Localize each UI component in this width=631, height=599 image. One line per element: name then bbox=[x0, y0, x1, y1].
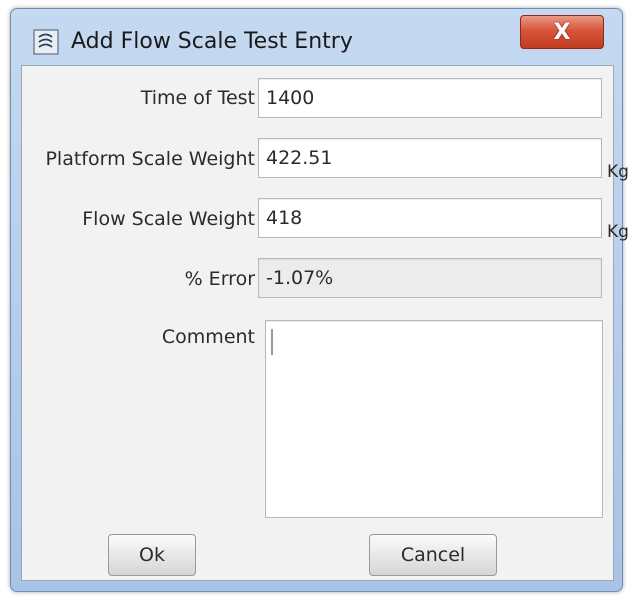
dialog-window: Add Flow Scale Test Entry X Time of Test… bbox=[10, 8, 629, 592]
flow-scale-weight-field[interactable]: 418 bbox=[258, 198, 602, 238]
dialog-body: Time of Test 1400 Platform Scale Weight … bbox=[21, 65, 629, 581]
percent-error-row: % Error bbox=[22, 258, 255, 300]
percent-error-label: % Error bbox=[184, 268, 255, 290]
flow-scale-weight-row: Flow Scale Weight bbox=[22, 198, 255, 240]
comment-textarea[interactable] bbox=[265, 320, 603, 518]
flow-scale-weight-unit: Kg bbox=[607, 222, 629, 242]
platform-scale-weight-row: Platform Scale Weight bbox=[22, 138, 255, 180]
percent-error-field: -1.07% bbox=[258, 258, 602, 298]
cancel-button[interactable]: Cancel bbox=[369, 534, 497, 576]
title-bar[interactable]: Add Flow Scale Test Entry X bbox=[11, 9, 622, 71]
flow-scale-weight-label: Flow Scale Weight bbox=[82, 208, 255, 230]
comment-label: Comment bbox=[161, 326, 255, 348]
dialog-title: Add Flow Scale Test Entry bbox=[71, 29, 353, 54]
time-of-test-field[interactable]: 1400 bbox=[258, 78, 602, 118]
time-of-test-row: Time of Test bbox=[22, 77, 255, 119]
time-of-test-label: Time of Test bbox=[140, 87, 255, 109]
ok-button[interactable]: Ok bbox=[108, 534, 196, 576]
platform-scale-weight-label: Platform Scale Weight bbox=[45, 148, 255, 170]
close-button[interactable]: X bbox=[520, 15, 604, 49]
comment-row: Comment bbox=[22, 316, 255, 358]
close-icon: X bbox=[553, 19, 571, 45]
platform-scale-weight-unit: Kg bbox=[607, 162, 629, 182]
flow-scale-icon bbox=[33, 29, 59, 55]
text-cursor bbox=[271, 329, 273, 355]
platform-scale-weight-field[interactable]: 422.51 bbox=[258, 138, 602, 178]
